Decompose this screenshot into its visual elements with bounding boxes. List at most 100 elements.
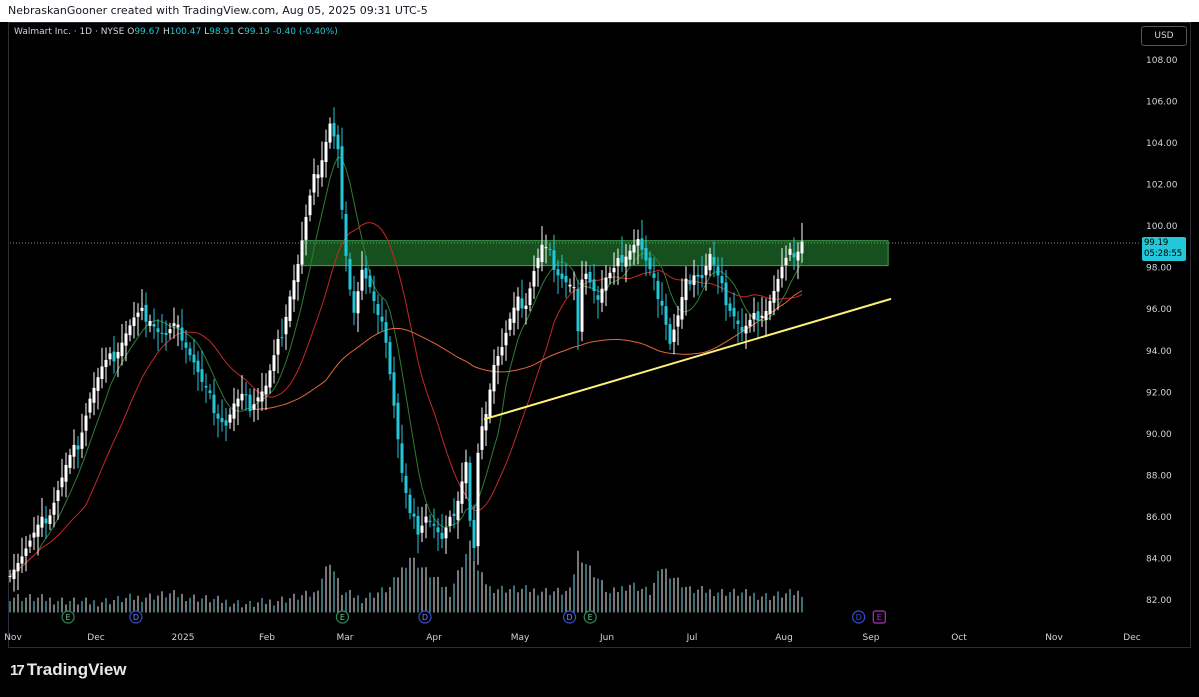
candle[interactable] [228, 414, 232, 423]
candle[interactable] [168, 329, 172, 334]
candle[interactable] [488, 389, 492, 418]
candle[interactable] [788, 248, 792, 255]
candle[interactable] [508, 318, 512, 330]
candle[interactable] [604, 277, 608, 291]
candle[interactable] [516, 296, 520, 311]
candle[interactable] [712, 256, 716, 265]
candle[interactable] [400, 443, 404, 473]
candle[interactable] [680, 297, 684, 320]
candle[interactable] [144, 304, 148, 322]
candle[interactable] [424, 516, 428, 523]
candle[interactable] [308, 195, 312, 216]
candle[interactable] [696, 274, 700, 277]
candle[interactable] [264, 385, 268, 395]
earnings-event-icon[interactable]: E [61, 610, 75, 624]
candle[interactable] [204, 386, 208, 388]
candle[interactable] [764, 311, 768, 320]
earnings-event-icon[interactable]: E [872, 610, 886, 624]
candle[interactable] [100, 366, 104, 379]
earnings-event-icon[interactable]: E [335, 610, 349, 624]
candle[interactable] [492, 365, 496, 392]
dividend-event-icon[interactable]: D [852, 610, 866, 624]
candle[interactable] [408, 494, 412, 514]
candle[interactable] [432, 524, 436, 526]
candle[interactable] [572, 287, 576, 289]
candle[interactable] [472, 520, 476, 549]
candle[interactable] [112, 351, 116, 362]
candle[interactable] [268, 370, 272, 388]
candle[interactable] [128, 325, 132, 336]
candle[interactable] [216, 413, 220, 419]
candle[interactable] [780, 266, 784, 279]
candle[interactable] [292, 280, 296, 300]
candle[interactable] [404, 475, 408, 493]
candle[interactable] [552, 250, 556, 270]
candle[interactable] [728, 303, 732, 311]
candle[interactable] [704, 266, 708, 276]
candle[interactable] [596, 295, 600, 300]
candle[interactable] [80, 432, 84, 449]
candle[interactable] [716, 266, 720, 276]
candle[interactable] [480, 426, 484, 450]
candle[interactable] [624, 256, 628, 267]
candle[interactable] [116, 352, 120, 359]
candle[interactable] [500, 347, 504, 356]
candle[interactable] [32, 532, 36, 538]
candle[interactable] [476, 452, 480, 547]
candle[interactable] [140, 307, 144, 311]
candle[interactable] [784, 257, 788, 265]
candle[interactable] [12, 569, 16, 580]
candle[interactable] [524, 305, 528, 309]
candle[interactable] [364, 268, 368, 279]
candle[interactable] [648, 257, 652, 270]
candle[interactable] [644, 248, 648, 261]
candle[interactable] [752, 313, 756, 320]
price-chart[interactable]: 82.00 84.00 86.00 88.00 90.00 92.00 94.00 96.00… [0, 0, 1199, 697]
candle[interactable] [452, 513, 456, 517]
candle[interactable] [300, 240, 304, 265]
candle[interactable] [372, 291, 376, 302]
candle[interactable] [256, 397, 260, 402]
candle[interactable] [684, 278, 688, 301]
candle[interactable] [276, 338, 280, 355]
candle[interactable] [560, 273, 564, 279]
candle[interactable] [800, 241, 804, 254]
candle[interactable] [756, 311, 760, 321]
candle[interactable] [124, 333, 128, 346]
candle[interactable] [748, 319, 752, 327]
candle[interactable] [288, 296, 292, 322]
candle[interactable] [652, 273, 656, 278]
candle[interactable] [20, 556, 24, 564]
candle[interactable] [588, 271, 592, 283]
candle[interactable] [312, 174, 316, 193]
dividend-event-icon[interactable]: D [129, 610, 143, 624]
candle[interactable] [760, 315, 764, 318]
candle[interactable] [96, 377, 100, 391]
candle[interactable] [436, 527, 440, 533]
candle[interactable] [792, 252, 796, 258]
candle[interactable] [344, 213, 348, 256]
candle[interactable] [56, 490, 60, 502]
candle[interactable] [148, 321, 152, 326]
candle[interactable] [396, 402, 400, 440]
candle[interactable] [464, 462, 468, 484]
candle[interactable] [416, 515, 420, 535]
candle[interactable] [632, 244, 636, 253]
candle[interactable] [184, 342, 188, 348]
candle[interactable] [336, 134, 340, 150]
candle[interactable] [548, 249, 552, 251]
candle[interactable] [180, 327, 184, 341]
candle[interactable] [468, 462, 472, 521]
candle[interactable] [136, 312, 140, 317]
candle[interactable] [384, 322, 388, 343]
candle[interactable] [460, 481, 464, 504]
candle[interactable] [388, 342, 392, 375]
candle[interactable] [8, 576, 12, 578]
candle[interactable] [380, 316, 384, 322]
candle[interactable] [412, 513, 416, 517]
candle[interactable] [496, 356, 500, 366]
candle[interactable] [164, 332, 168, 335]
candle[interactable] [660, 300, 664, 306]
candle[interactable] [768, 300, 772, 314]
candle[interactable] [16, 563, 20, 572]
